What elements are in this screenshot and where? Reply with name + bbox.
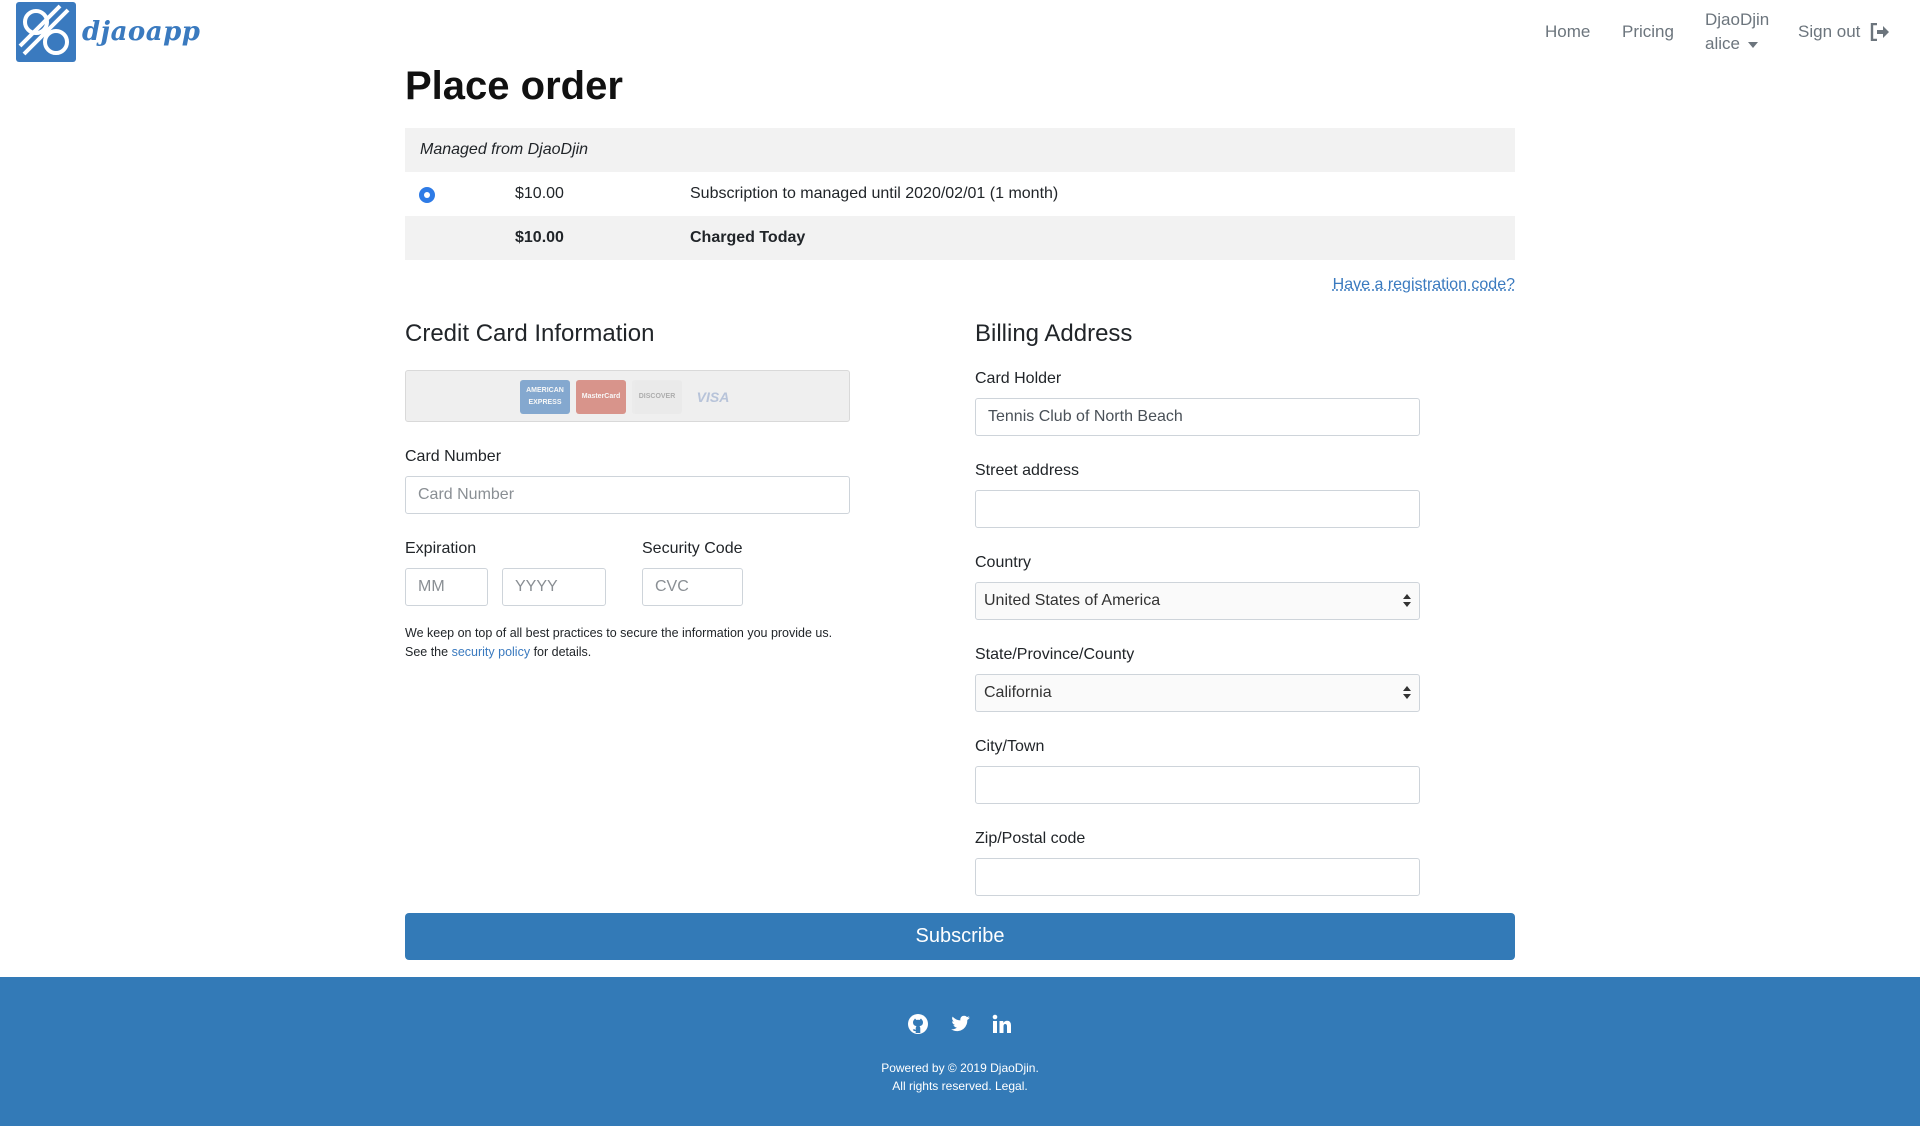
- state-label: State/Province/County: [975, 646, 1135, 663]
- github-icon[interactable]: [907, 1013, 929, 1035]
- cvc-input[interactable]: CVC: [642, 568, 743, 606]
- plan-option-row[interactable]: $10.00 Subscription to managed until 202…: [405, 172, 1515, 216]
- navbar: djaoapp Home Pricing DjaoDjin alice Sign…: [0, 0, 1920, 64]
- security-policy-link[interactable]: security policy: [452, 645, 531, 659]
- city-label: City/Town: [975, 738, 1045, 755]
- plan-table: Managed from DjaoDjin $10.00 Subscriptio…: [405, 128, 1515, 260]
- nav-username: alice: [1705, 34, 1740, 53]
- twitter-icon[interactable]: [949, 1013, 971, 1035]
- visa-card-icon: VISA: [696, 389, 730, 405]
- country-label: Country: [975, 554, 1032, 571]
- card-number-label: Card Number: [405, 448, 502, 465]
- card-number-input[interactable]: Card Number: [405, 476, 850, 514]
- discover-card-icon: DISCOVER: [632, 380, 682, 414]
- state-selected-value: California: [984, 684, 1052, 701]
- linkedin-icon[interactable]: [991, 1013, 1013, 1035]
- brand-name: djaoapp: [82, 17, 201, 47]
- zip-input[interactable]: [975, 858, 1420, 896]
- page-title: Place order: [405, 64, 623, 108]
- subscribe-button[interactable]: Subscribe: [405, 913, 1515, 960]
- security-code-label: Security Code: [642, 540, 743, 557]
- card-holder-input[interactable]: Tennis Club of North Beach: [975, 398, 1420, 436]
- street-address-input[interactable]: [975, 490, 1420, 528]
- country-selected-value: United States of America: [984, 592, 1161, 609]
- plan-header: Managed from DjaoDjin: [405, 128, 1515, 172]
- footer-rights: All rights reserved. Legal.: [892, 1079, 1028, 1093]
- nav-signout-link[interactable]: Sign out: [1798, 20, 1890, 44]
- billing-address-title: Billing Address: [975, 320, 1133, 347]
- social-links: [0, 1013, 1920, 1035]
- nav-user-dropdown[interactable]: DjaoDjin alice: [1705, 8, 1769, 56]
- nav-pricing-link[interactable]: Pricing: [1622, 20, 1674, 44]
- card-logos: AMERICAN EXPRESS MasterCard DISCOVER VIS…: [405, 370, 850, 422]
- sign-out-icon: [1870, 22, 1890, 42]
- plan-amount: $10.00: [515, 185, 564, 202]
- nav-org-name: DjaoDjin: [1705, 10, 1770, 29]
- card-holder-label: Card Holder: [975, 370, 1062, 387]
- footer-powered-by: Powered by © 2019 DjaoDjin.: [881, 1061, 1039, 1075]
- amex-card-icon: AMERICAN EXPRESS: [520, 380, 570, 414]
- caret-down-icon: [1747, 41, 1758, 48]
- security-note-prefix: See the: [405, 645, 449, 659]
- zip-label: Zip/Postal code: [975, 830, 1086, 847]
- signout-label: Sign out: [1798, 22, 1861, 41]
- total-amount: $10.00: [515, 229, 564, 246]
- security-note: We keep on top of all best practices to …: [405, 624, 832, 662]
- security-note-suffix: for details.: [533, 645, 592, 659]
- brand-logo-link[interactable]: djaoapp: [16, 2, 200, 62]
- expiration-label: Expiration: [405, 540, 477, 557]
- street-address-label: Street address: [975, 462, 1080, 479]
- registration-code-link[interactable]: Have a registration code?: [1333, 276, 1515, 294]
- select-arrows-icon: [1403, 685, 1411, 701]
- expiration-year-input[interactable]: YYYY: [502, 568, 606, 606]
- djaoapp-logo-icon: [16, 2, 76, 62]
- nav-home-link[interactable]: Home: [1545, 20, 1590, 44]
- select-arrows-icon: [1403, 593, 1411, 609]
- footer-text: Powered by © 2019 DjaoDjin. All rights r…: [0, 1059, 1920, 1095]
- expiration-month-input[interactable]: MM: [405, 568, 488, 606]
- plan-total-row: $10.00 Charged Today: [405, 216, 1515, 260]
- state-select[interactable]: California: [975, 674, 1420, 712]
- footer: Powered by © 2019 DjaoDjin. All rights r…: [0, 977, 1920, 1126]
- credit-card-title: Credit Card Information: [405, 320, 655, 347]
- plan-radio[interactable]: [419, 187, 435, 203]
- city-input[interactable]: [975, 766, 1420, 804]
- plan-description: Subscription to managed until 2020/02/01…: [690, 185, 1059, 202]
- security-note-line1: We keep on top of all best practices to …: [405, 626, 833, 640]
- mastercard-card-icon: MasterCard: [576, 380, 626, 414]
- country-select[interactable]: United States of America: [975, 582, 1420, 620]
- total-label: Charged Today: [690, 229, 806, 246]
